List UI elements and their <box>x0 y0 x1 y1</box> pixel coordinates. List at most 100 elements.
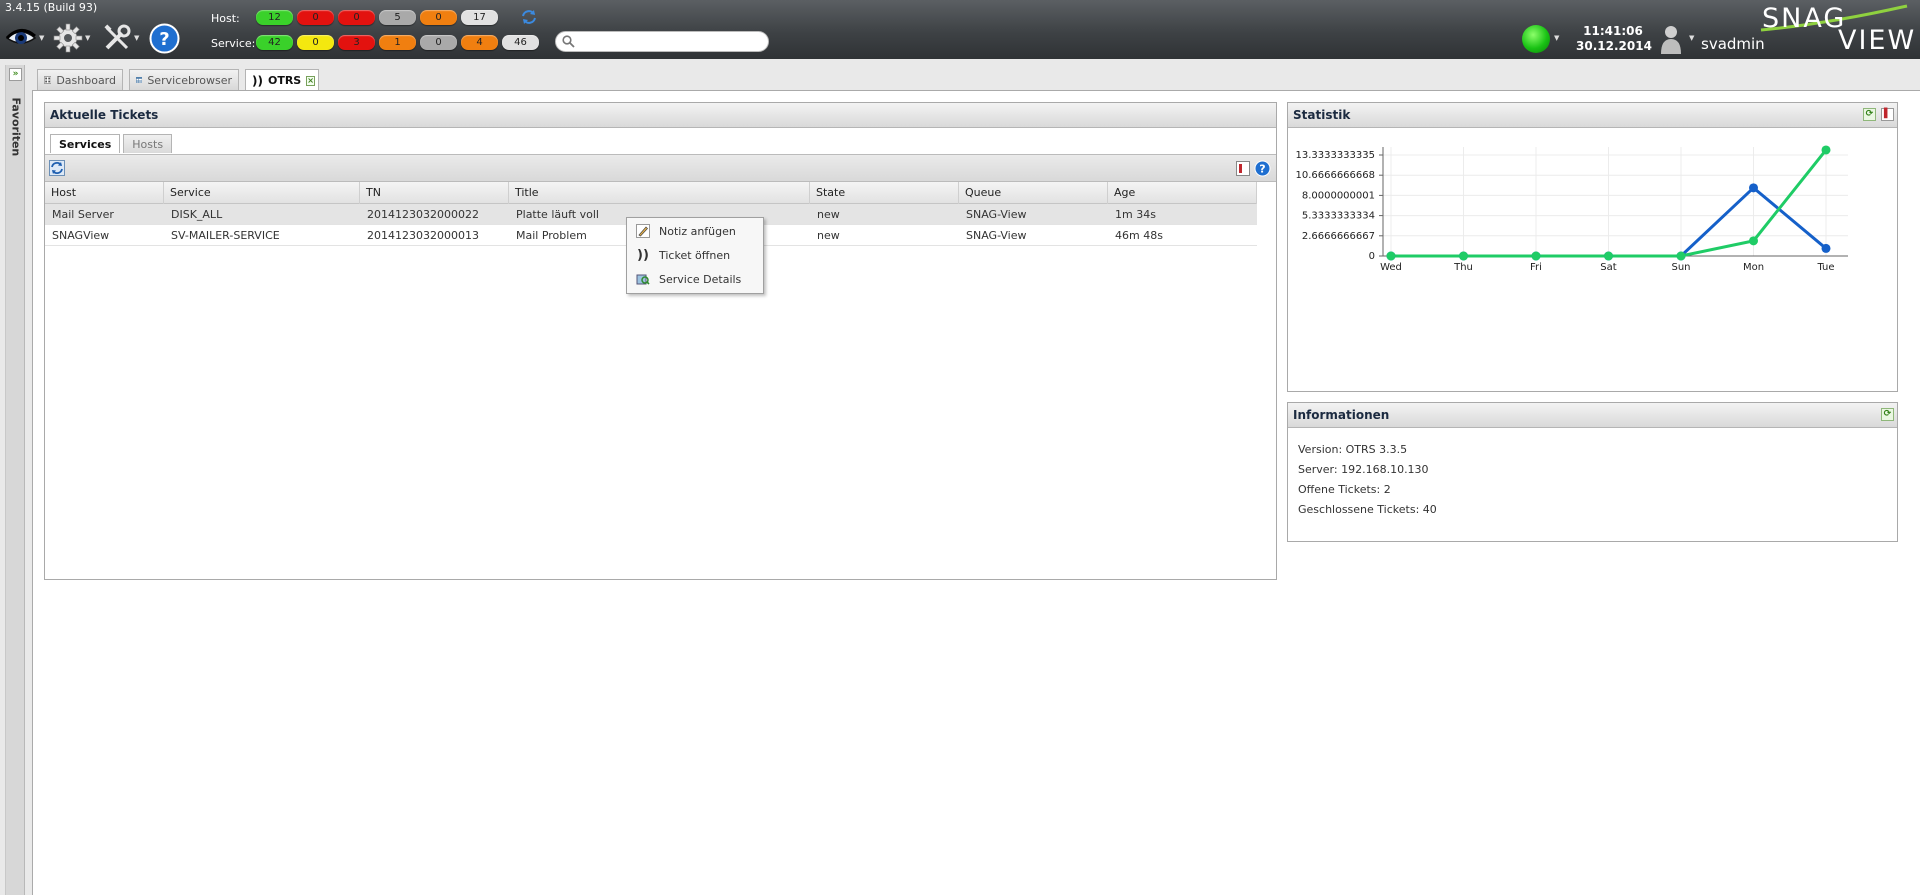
service-counter[interactable]: 46 <box>502 35 539 50</box>
service-counter[interactable]: 4 <box>461 35 498 50</box>
info-server: Server: 192.168.10.130 <box>1298 463 1429 476</box>
refresh-icon[interactable] <box>49 160 65 176</box>
username: svadmin <box>1701 35 1765 53</box>
data-point[interactable] <box>1821 145 1831 155</box>
x-tick-label: Thu <box>1453 262 1473 273</box>
column-header[interactable]: Title <box>509 182 810 204</box>
expand-sidebar-button[interactable]: » <box>9 68 22 81</box>
table-cell: 46m 48s <box>1115 229 1163 242</box>
chevron-down-icon: ▼ <box>85 34 91 42</box>
service-counter[interactable]: 3 <box>338 35 375 50</box>
tools-icon <box>104 24 131 50</box>
service-counter[interactable]: 0 <box>297 35 334 50</box>
pencil-icon <box>635 223 651 239</box>
service-counter[interactable]: 1 <box>379 35 416 50</box>
tab-dashboard[interactable]: Dashboard <box>37 69 123 90</box>
host-counter[interactable]: 0 <box>338 10 375 25</box>
column-header[interactable]: State <box>810 182 959 204</box>
tickets-panel: Aktuelle Tickets Services Hosts ? Host Se… <box>44 102 1277 580</box>
dashboard-icon <box>44 76 52 84</box>
tab-servicebrowser[interactable]: Servicebrowser <box>129 69 239 90</box>
search-box[interactable] <box>555 31 769 52</box>
magnifier-icon <box>635 271 651 287</box>
menu-item-service-details[interactable]: Service Details <box>627 267 763 291</box>
ticket-sub-tabs: Services Hosts <box>50 134 173 153</box>
information-panel: Informationen ⟳ Version: OTRS 3.3.5 Serv… <box>1287 402 1898 542</box>
table-cell: 2014123032000022 <box>367 208 479 221</box>
host-counter[interactable]: 0 <box>297 10 334 25</box>
data-point[interactable] <box>1749 183 1758 193</box>
data-point[interactable] <box>1531 251 1541 261</box>
ticket-context-menu: Notiz anfügen )) Ticket öffnen Service D… <box>626 217 764 294</box>
table-icon <box>136 77 143 83</box>
gear-icon <box>53 23 83 53</box>
tools-menu[interactable]: ▼ <box>102 20 139 56</box>
y-tick-label: 2.6666666667 <box>1302 231 1375 242</box>
host-counter[interactable]: 0 <box>420 10 457 25</box>
tickets-toolbar: ? <box>45 154 1276 182</box>
column-header[interactable]: Service <box>164 182 360 204</box>
table-cell: new <box>817 208 840 221</box>
panel-title: Aktuelle Tickets <box>45 103 1276 128</box>
table-cell: 1m 34s <box>1115 208 1156 221</box>
menu-item-label: Notiz anfügen <box>659 224 736 238</box>
flag-icon[interactable] <box>1236 161 1250 176</box>
logo-text: VIEW <box>1838 25 1917 56</box>
column-header[interactable]: TN <box>360 182 509 204</box>
info-open-tickets: Offene Tickets: 2 <box>1298 483 1391 496</box>
refresh-icon[interactable]: ⟳ <box>1863 108 1876 121</box>
close-icon[interactable]: × <box>306 75 315 86</box>
subtab-hosts[interactable]: Hosts <box>123 134 173 153</box>
chevron-down-icon: ▼ <box>39 34 45 42</box>
help-icon[interactable]: ? <box>1254 160 1271 177</box>
y-tick-label: 0 <box>1369 251 1375 262</box>
chevron-down-icon[interactable]: ▼ <box>1689 34 1694 42</box>
eye-menu[interactable]: ▼ <box>5 20 44 56</box>
host-status-label: Host: <box>211 12 240 25</box>
help-icon: ? <box>149 23 180 53</box>
data-point[interactable] <box>1386 251 1396 261</box>
table-cell: SNAG-View <box>966 208 1027 221</box>
x-tick-label: Wed <box>1380 262 1402 273</box>
flag-icon[interactable]: ▌ <box>1881 108 1894 121</box>
host-counter[interactable]: 5 <box>379 10 416 25</box>
service-counter[interactable]: 42 <box>256 35 293 50</box>
column-header[interactable]: Age <box>1108 182 1257 204</box>
service-counter[interactable]: 0 <box>420 35 457 50</box>
data-point[interactable] <box>1459 251 1468 261</box>
svg-text:?: ? <box>159 29 169 50</box>
system-status-indicator[interactable] <box>1522 25 1550 53</box>
data-point[interactable] <box>1604 251 1613 261</box>
refresh-icon[interactable]: ⟳ <box>1881 408 1894 421</box>
settings-menu[interactable]: ▼ <box>53 20 90 56</box>
search-input[interactable] <box>576 34 761 49</box>
table-cell: DISK_ALL <box>171 208 223 221</box>
tab-otrs[interactable]: )) OTRS × <box>245 69 319 91</box>
sidebar-label[interactable]: Favoriten <box>10 98 23 157</box>
search-icon <box>562 35 575 48</box>
refresh-status-button[interactable] <box>520 7 538 27</box>
user-icon[interactable] <box>1659 24 1683 54</box>
column-header[interactable]: Queue <box>959 182 1108 204</box>
menu-item-add-note[interactable]: Notiz anfügen <box>627 219 763 243</box>
ticket-grid-header: Host Service TN Title State Queue Age <box>45 182 1257 204</box>
host-counter[interactable]: 12 <box>256 10 293 25</box>
help-button[interactable]: ? <box>149 20 180 56</box>
data-point[interactable] <box>1749 236 1758 246</box>
host-counter[interactable]: 17 <box>461 10 498 25</box>
data-point[interactable] <box>1821 243 1831 253</box>
logo-text: SNAG <box>1762 3 1847 34</box>
column-header[interactable]: Host <box>45 182 164 204</box>
data-point[interactable] <box>1676 251 1686 261</box>
table-cell: SNAGView <box>52 229 110 242</box>
x-tick-label: Sat <box>1600 262 1616 273</box>
info-closed-tickets: Geschlossene Tickets: 40 <box>1298 503 1437 516</box>
menu-item-open-ticket[interactable]: )) Ticket öffnen <box>627 243 763 267</box>
tab-label: Servicebrowser <box>147 73 232 87</box>
eye-icon <box>5 29 37 44</box>
svg-text:?: ? <box>1259 163 1265 176</box>
y-tick-label: 8.0000000001 <box>1302 190 1375 201</box>
subtab-services[interactable]: Services <box>50 134 121 153</box>
chevron-down-icon[interactable]: ▼ <box>1554 34 1559 42</box>
chevron-down-icon: ▼ <box>134 34 140 42</box>
